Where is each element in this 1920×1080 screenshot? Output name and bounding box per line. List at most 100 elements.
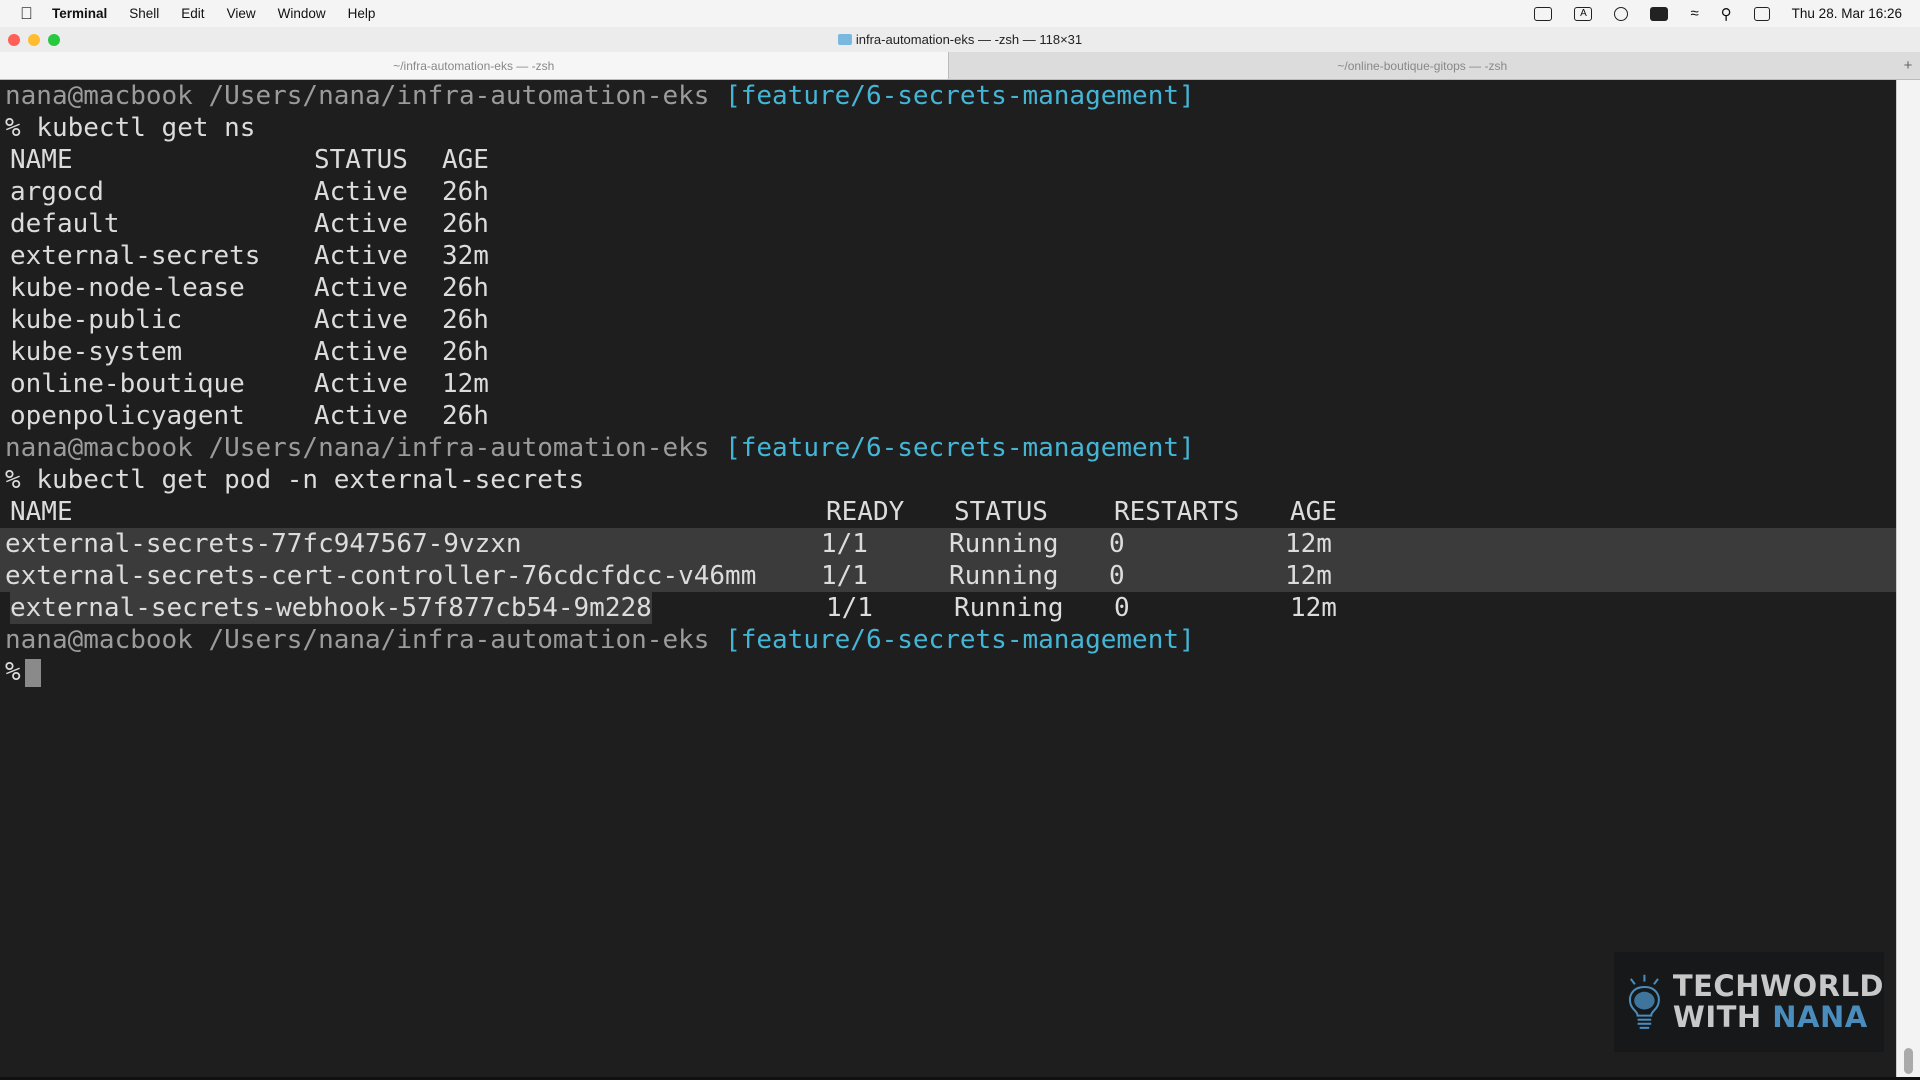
cell: 12m xyxy=(1285,529,1332,559)
table-row: online-boutique Active 12m xyxy=(5,368,1896,400)
scrollbar-thumb[interactable] xyxy=(1904,1048,1913,1074)
table-row: argocd Active 26h xyxy=(5,176,1896,208)
cell: online-boutique xyxy=(10,369,245,399)
cell: RESTARTS xyxy=(1114,497,1240,527)
cell: 0 xyxy=(1114,593,1130,623)
cursor xyxy=(24,658,41,687)
input-source-icon[interactable]: A xyxy=(1574,6,1593,21)
cell: AGE xyxy=(442,145,489,175)
table-row: openpolicyagent Active 26h xyxy=(5,400,1896,432)
tab-bar: ~/infra-automation-eks — -zsh ~/online-b… xyxy=(0,52,1920,80)
tab-label: ~/online-boutique-gitops — -zsh xyxy=(1337,58,1508,73)
table-row: kube-public Active 26h xyxy=(5,304,1896,336)
prompt-branch: [feature/6-secrets-management] xyxy=(725,433,1195,463)
cell: Active xyxy=(314,401,408,431)
table-row: kube-node-lease Active 26h xyxy=(5,272,1896,304)
cell: NAME xyxy=(10,145,73,175)
wifi-icon[interactable]: ≈ xyxy=(1690,5,1698,22)
cell: Active xyxy=(314,273,408,303)
menu-bar:  Terminal Shell Edit View Window Help A… xyxy=(0,0,1920,27)
cell: AGE xyxy=(1290,497,1337,527)
command-line: % kubectl get pod -n external-secrets xyxy=(5,464,1896,496)
terminal-output[interactable]: nana@macbook /Users/nana/infra-automatio… xyxy=(0,80,1896,1080)
apple-menu-icon[interactable]:  xyxy=(20,4,38,23)
cell: 26h xyxy=(442,337,489,367)
command-text: kubectl get ns xyxy=(36,113,256,143)
cell: Running xyxy=(954,593,1064,623)
play-icon[interactable] xyxy=(1614,6,1629,21)
lightbulb-brain-icon xyxy=(1629,974,1660,1029)
cell: STATUS xyxy=(314,145,408,175)
menu-app-terminal[interactable]: Terminal xyxy=(52,6,107,21)
menu-edit[interactable]: Edit xyxy=(181,6,204,21)
cell: 12m xyxy=(1285,561,1332,591)
menu-help[interactable]: Help xyxy=(348,6,376,21)
cell: external-secrets-77fc947567-9vzxn xyxy=(5,529,522,559)
control-center-icon[interactable] xyxy=(1753,6,1770,21)
prompt-path: /Users/nana/infra-automation-eks xyxy=(208,81,710,111)
cell: 26h xyxy=(442,177,489,207)
prompt-symbol: % xyxy=(5,113,21,143)
cell: Active xyxy=(314,305,408,335)
command-line: % kubectl get ns xyxy=(5,112,1896,144)
folder-icon xyxy=(837,34,852,45)
cell: STATUS xyxy=(954,497,1048,527)
cell: READY xyxy=(826,497,905,527)
cell: 26h xyxy=(442,401,489,431)
prompt-symbol: % xyxy=(5,657,21,687)
cell: Active xyxy=(314,241,408,271)
cell: openpolicyagent xyxy=(10,401,245,431)
cell: Running xyxy=(949,529,1059,559)
prompt-symbol: % xyxy=(5,465,21,495)
cell: Active xyxy=(314,337,408,367)
cell: external-secrets xyxy=(10,241,261,271)
close-window-button[interactable] xyxy=(8,34,20,46)
prompt-branch: [feature/6-secrets-management] xyxy=(725,625,1195,655)
cell: 12m xyxy=(442,369,489,399)
prompt-path: /Users/nana/infra-automation-eks xyxy=(208,625,710,655)
screen-record-icon[interactable] xyxy=(1534,6,1553,21)
cell: Active xyxy=(314,369,408,399)
logo-line2b: NANA xyxy=(1772,1000,1868,1034)
cell: 26h xyxy=(442,305,489,335)
table-header: NAME READY STATUS RESTARTS AGE xyxy=(5,496,1896,528)
table-header: NAME STATUS AGE xyxy=(5,144,1896,176)
cell: NAME xyxy=(10,497,73,527)
tab-infra-automation-eks[interactable]: ~/infra-automation-eks — -zsh xyxy=(0,52,948,79)
cell: Active xyxy=(314,209,408,239)
prompt-user: nana@macbook xyxy=(5,625,193,655)
prompt-user: nana@macbook xyxy=(5,433,193,463)
tab-online-boutique-gitops[interactable]: ~/online-boutique-gitops — -zsh xyxy=(947,52,1896,79)
command-text: kubectl get pod -n external-secrets xyxy=(36,465,585,495)
new-tab-button[interactable]: + xyxy=(1896,52,1920,79)
zoom-window-button[interactable] xyxy=(48,34,60,46)
scrollbar[interactable] xyxy=(1896,80,1920,1080)
window-title: infra-automation-eks — -zsh — 118×31 xyxy=(855,32,1083,47)
table-row: external-secrets-77fc947567-9vzxn 1/1 Runn… xyxy=(0,528,1896,560)
table-row: external-secrets-cert-controller-76cdcfd… xyxy=(0,560,1896,592)
cell: kube-system xyxy=(10,337,183,367)
cell: 1/1 xyxy=(821,561,868,591)
cell: 1/1 xyxy=(821,529,868,559)
cell: kube-node-lease xyxy=(10,273,245,303)
minimize-window-button[interactable] xyxy=(28,34,40,46)
menu-shell[interactable]: Shell xyxy=(129,6,159,21)
cell: Running xyxy=(949,561,1059,591)
prompt-branch: [feature/6-secrets-management] xyxy=(725,81,1195,111)
battery-icon[interactable] xyxy=(1650,6,1669,21)
cell: 26h xyxy=(442,209,489,239)
table-row: kube-system Active 26h xyxy=(5,336,1896,368)
cell: external-secrets-webhook-57f877cb54-9m22… xyxy=(10,592,652,624)
cell: kube-public xyxy=(10,305,183,335)
logo-line2a: WITH xyxy=(1672,1000,1762,1034)
prompt-line: nana@macbook /Users/nana/infra-automatio… xyxy=(5,432,1896,464)
cell: 0 xyxy=(1109,561,1125,591)
search-icon[interactable]: ⚲ xyxy=(1721,5,1732,23)
techworld-with-nana-logo: TECHWORLD WITH NANA xyxy=(1614,952,1884,1052)
cell: argocd xyxy=(10,177,104,207)
cell: default xyxy=(10,209,120,239)
menu-view[interactable]: View xyxy=(227,6,256,21)
menu-window[interactable]: Window xyxy=(278,6,326,21)
table-row: external-secrets Active 32m xyxy=(5,240,1896,272)
clock[interactable]: Thu 28. Mar 16:26 xyxy=(1792,6,1902,21)
